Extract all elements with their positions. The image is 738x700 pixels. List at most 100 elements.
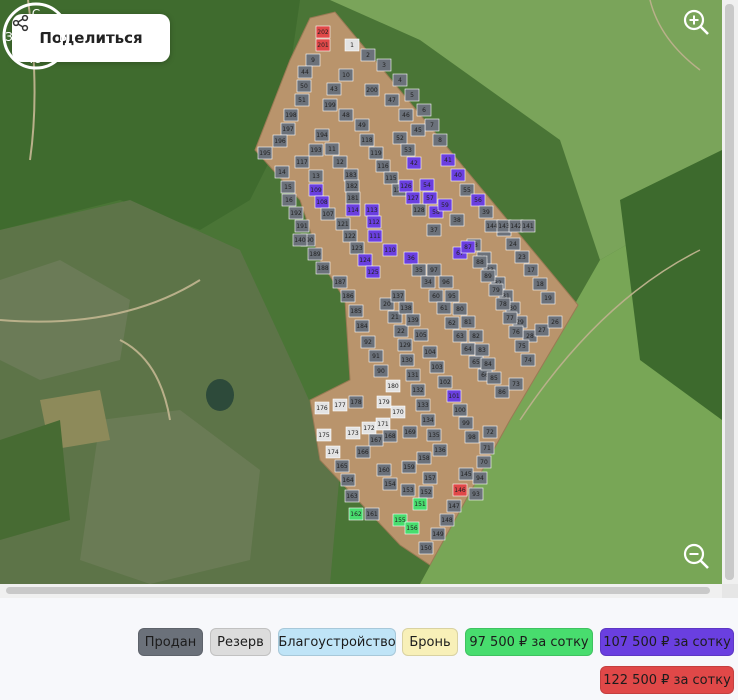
plot-135[interactable]: 135 [426,428,442,442]
horizontal-scrollbar[interactable] [0,584,722,598]
horizontal-scrollbar-thumb[interactable] [6,587,710,594]
plot-62[interactable]: 62 [444,316,460,330]
plot-57[interactable]: 57 [422,191,438,205]
plot-148[interactable]: 148 [439,513,455,527]
legend-price-107500[interactable]: 107 500 ₽ за сотку [600,628,734,656]
legend-price-122500[interactable]: 122 500 ₽ за сотку [600,666,734,694]
vertical-scrollbar-thumb[interactable] [725,4,734,580]
plot-187[interactable]: 187 [332,275,348,289]
plot-163[interactable]: 163 [344,489,360,503]
plot-191[interactable]: 191 [294,219,310,233]
plot-112[interactable]: 112 [366,215,382,229]
plot-192[interactable]: 192 [288,206,304,220]
plot-127[interactable]: 127 [405,191,421,205]
plot-151[interactable]: 151 [412,497,428,511]
plot-89[interactable]: 89 [480,269,496,283]
plot-174[interactable]: 174 [325,445,341,459]
plot-43[interactable]: 43 [326,82,342,96]
plot-140[interactable]: 140 [292,233,308,247]
plot-172[interactable]: 172 [361,421,377,435]
plot-54[interactable]: 54 [419,178,435,192]
plot-24[interactable]: 24 [505,237,521,251]
site-map[interactable]: 202 201 1 2 3 4 5 6 7 8 9 10 200 47 46 45 44 43 199 48 49 50 5… [0,0,722,584]
plot-182[interactable]: 182 [344,179,360,193]
plot-115[interactable]: 115 [383,171,399,185]
plot-95[interactable]: 95 [444,289,460,303]
plot-128[interactable]: 128 [411,203,427,217]
plot-98[interactable]: 98 [464,430,480,444]
plot-176[interactable]: 176 [314,401,330,415]
plot-100[interactable]: 100 [452,403,468,417]
plot-114[interactable]: 114 [345,203,361,217]
legend-price-97500[interactable]: 97 500 ₽ за сотку [465,628,593,656]
plot-73[interactable]: 73 [508,377,524,391]
plot-3[interactable]: 3 [376,58,392,72]
plot-147[interactable]: 147 [446,499,462,513]
plot-154[interactable]: 154 [382,477,398,491]
plot-64[interactable]: 64 [460,342,476,356]
zoom-in-button[interactable] [682,8,716,42]
plot-27[interactable]: 27 [534,323,550,337]
plot-164[interactable]: 164 [340,473,356,487]
plot-19[interactable]: 19 [540,291,556,305]
plot-96[interactable]: 96 [438,275,454,289]
plot-17[interactable]: 17 [523,263,539,277]
plot-39[interactable]: 39 [478,205,494,219]
plot-10[interactable]: 10 [338,68,354,82]
plot-188[interactable]: 188 [315,261,331,275]
plot-18[interactable]: 18 [532,277,548,291]
plot-51[interactable]: 51 [294,93,310,107]
plot-9[interactable]: 9 [305,53,321,67]
vertical-scrollbar[interactable] [722,0,738,584]
plot-198[interactable]: 198 [283,108,299,122]
plot-103[interactable]: 103 [429,360,445,374]
plot-153[interactable]: 153 [400,483,416,497]
plot-196[interactable]: 196 [272,134,288,148]
plot-167[interactable]: 167 [368,433,384,447]
plot-53[interactable]: 53 [400,143,416,157]
plot-117[interactable]: 117 [294,155,310,169]
plot-111[interactable]: 111 [367,229,383,243]
plot-40[interactable]: 40 [450,168,466,182]
legend-improvement[interactable]: Благоустройство [278,628,396,656]
plot-86[interactable]: 86 [494,385,510,399]
plot-81[interactable]: 81 [460,315,476,329]
plot-74[interactable]: 74 [520,353,536,367]
plot-186[interactable]: 186 [340,289,356,303]
plot-12[interactable]: 12 [332,155,348,169]
plot-88[interactable]: 88 [472,255,488,269]
plot-107[interactable]: 107 [320,207,336,221]
plot-82[interactable]: 82 [468,329,484,343]
plot-145[interactable]: 145 [458,467,474,481]
plot-50[interactable]: 50 [296,79,312,93]
plot-85[interactable]: 85 [486,371,502,385]
plot-161[interactable]: 161 [364,507,380,521]
plot-189[interactable]: 189 [307,247,323,261]
plot-149[interactable]: 149 [430,527,446,541]
plot-72[interactable]: 72 [482,425,498,439]
plot-166[interactable]: 166 [355,445,371,459]
plot-119[interactable]: 119 [368,146,384,160]
plot-2[interactable]: 2 [360,48,376,62]
plot-48[interactable]: 48 [338,108,354,122]
plot-49[interactable]: 49 [354,118,370,132]
plot-156[interactable]: 156 [404,521,420,535]
plot-23[interactable]: 23 [514,250,530,264]
plot-35[interactable]: 35 [411,263,427,277]
plot-132[interactable]: 132 [410,383,426,397]
plot-99[interactable]: 99 [458,416,474,430]
plot-134[interactable]: 134 [420,413,436,427]
plot-183[interactable]: 183 [343,168,359,182]
plot-124[interactable]: 124 [357,253,373,267]
plot-92[interactable]: 92 [360,335,376,349]
plot-44[interactable]: 44 [297,65,313,79]
plot-26[interactable]: 26 [547,315,563,329]
plot-199[interactable]: 199 [322,98,338,112]
plot-202[interactable]: 202 [315,25,331,39]
plot-36[interactable]: 36 [403,251,419,265]
plot-47[interactable]: 47 [384,93,400,107]
plot-91[interactable]: 91 [368,349,384,363]
plot-173[interactable]: 173 [345,426,361,440]
plot-165[interactable]: 165 [334,459,350,473]
legend-booked[interactable]: Бронь [402,628,458,656]
